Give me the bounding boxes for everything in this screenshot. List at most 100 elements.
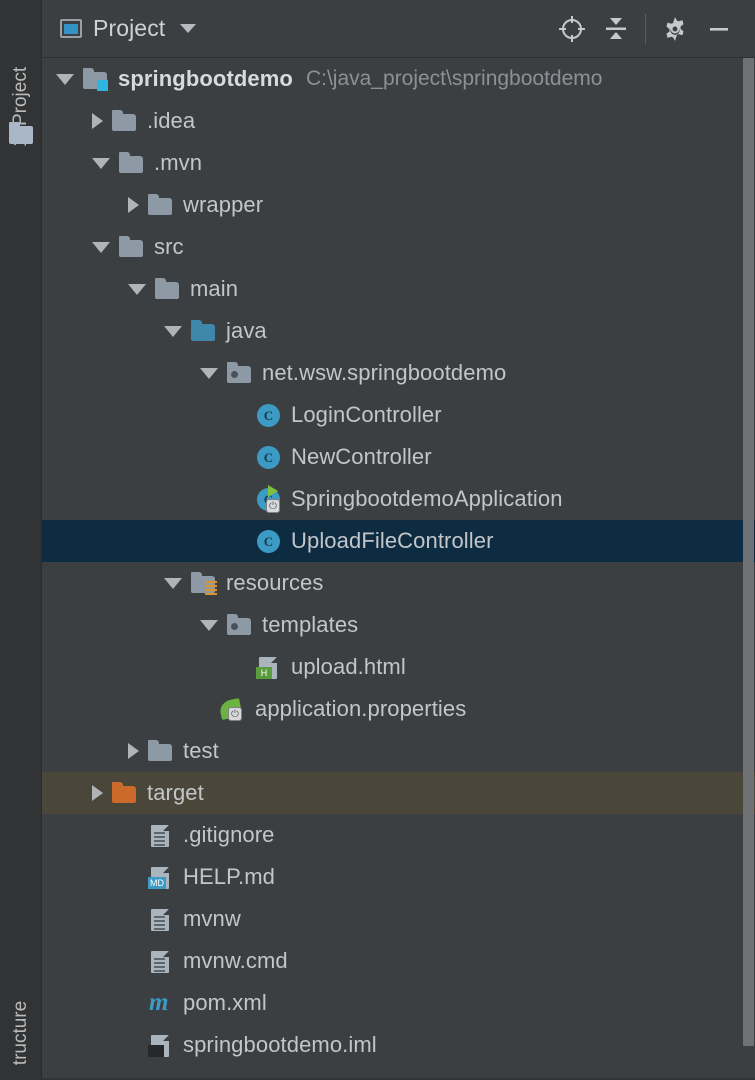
folder-icon xyxy=(118,236,144,258)
chevron-down-icon[interactable] xyxy=(200,367,218,379)
tree-row-label: pom.xml xyxy=(183,990,267,1015)
html-badge: H xyxy=(256,667,272,679)
chevron-down-icon[interactable] xyxy=(164,577,182,589)
tree-row-mvnw.cmd[interactable]: mvnw.cmd xyxy=(42,940,755,982)
run-arrow-badge xyxy=(268,485,278,497)
scroll-from-source-button[interactable] xyxy=(550,9,594,49)
markdown-file-icon: MD xyxy=(147,866,173,889)
project-view-icon xyxy=(60,19,82,38)
folder-icon xyxy=(154,278,180,300)
iml-badge xyxy=(148,1045,164,1057)
tree-row-label: .mvn xyxy=(154,150,203,175)
package-icon xyxy=(226,362,252,384)
text-file-icon xyxy=(147,824,173,847)
crosshair-target-icon xyxy=(559,15,585,42)
package-icon xyxy=(226,614,252,636)
java-class-icon: C xyxy=(255,446,281,469)
panel-header: Project xyxy=(42,0,755,58)
scrollbar-thumb[interactable] xyxy=(743,58,754,1046)
chevron-down-icon[interactable] xyxy=(180,24,197,33)
page-title: Project xyxy=(93,15,166,41)
tree-row-UploadFileController[interactable]: C UploadFileController xyxy=(42,520,755,562)
tree-row-NewController[interactable]: C NewController xyxy=(42,436,755,478)
folder-icon xyxy=(118,152,144,174)
tree-row-gitignore[interactable]: .gitignore xyxy=(42,814,755,856)
java-class-icon: C xyxy=(255,530,281,553)
collapse-all-icon xyxy=(606,17,626,39)
chevron-down-icon[interactable] xyxy=(92,241,110,253)
tree-row-springbootdemo[interactable]: springbootdemo C:\java_project\springboot… xyxy=(42,58,755,100)
iml-file-icon xyxy=(147,1034,173,1057)
minimize-dash-icon xyxy=(710,27,728,31)
html-file-icon: H xyxy=(255,656,281,679)
md-badge: MD xyxy=(148,877,166,889)
tree-row-resources[interactable]: resources xyxy=(42,562,755,604)
java-class-runnable-icon: C⏻ xyxy=(255,485,281,513)
header-toolbar xyxy=(550,9,741,49)
tree-row-wrapper[interactable]: wrapper xyxy=(42,184,755,226)
tool-tab-structure[interactable]: tructure xyxy=(10,1001,32,1065)
left-tool-strip: 1: Project tructure xyxy=(0,0,42,1080)
tree-row-label: src xyxy=(154,234,184,259)
collapse-all-button[interactable] xyxy=(594,9,638,49)
tree-row-mvnw[interactable]: mvnw xyxy=(42,898,755,940)
folder-icon xyxy=(111,110,137,132)
tree-row-label: java xyxy=(226,318,267,343)
folder-icon xyxy=(147,740,173,762)
tree-row-label: mvnw.cmd xyxy=(183,948,288,973)
settings-button[interactable] xyxy=(653,9,697,49)
config-badge: ⏻ xyxy=(266,499,280,513)
chevron-right-icon[interactable] xyxy=(92,113,103,129)
tree-row-label: springbootdemo xyxy=(118,66,293,91)
chevron-down-icon[interactable] xyxy=(128,283,146,295)
chevron-right-icon[interactable] xyxy=(128,743,139,759)
tree-row-test[interactable]: test xyxy=(42,730,755,772)
tree-row-HELP.md[interactable]: MD HELP.md xyxy=(42,856,755,898)
chevron-down-icon[interactable] xyxy=(164,325,182,337)
module-folder-icon xyxy=(82,68,108,91)
tree-row-label: templates xyxy=(262,612,359,637)
tree-row-SpringbootdemoApplication[interactable]: C⏻ SpringbootdemoApplication xyxy=(42,478,755,520)
tree-row-main[interactable]: main xyxy=(42,268,755,310)
excluded-folder-icon xyxy=(111,782,137,804)
tree-row-label: resources xyxy=(226,570,324,595)
project-tree[interactable]: springbootdemo C:\java_project\springboot… xyxy=(42,58,755,1080)
gear-icon xyxy=(666,16,684,41)
tree-row-label: springbootdemo.iml xyxy=(183,1032,377,1057)
tree-row-idea[interactable]: .idea xyxy=(42,100,755,142)
project-tool-window: 1: Project tructure Project springbootde… xyxy=(0,0,755,1080)
tree-row-label: upload.html xyxy=(291,654,406,679)
tree-row-templates[interactable]: templates xyxy=(42,604,755,646)
tree-row-label: main xyxy=(190,276,239,301)
source-root-folder-icon xyxy=(190,320,216,342)
folder-icon xyxy=(147,194,173,216)
tree-row-label: HELP.md xyxy=(183,864,276,889)
tree-row-pom.xml[interactable]: m pom.xml xyxy=(42,982,755,1024)
tree-row-package[interactable]: net.wsw.springbootdemo xyxy=(42,352,755,394)
text-file-icon xyxy=(147,950,173,973)
tree-row-java[interactable]: java xyxy=(42,310,755,352)
tree-row-label: net.wsw.springbootdemo xyxy=(262,360,507,385)
folder-icon[interactable] xyxy=(9,122,33,144)
tree-row-label: target xyxy=(147,780,204,805)
tree-row-LoginController[interactable]: C LoginController xyxy=(42,394,755,436)
chevron-down-icon[interactable] xyxy=(200,619,218,631)
tree-row-springbootdemo.iml[interactable]: springbootdemo.iml xyxy=(42,1024,755,1066)
view-selector[interactable]: Project xyxy=(60,15,197,42)
tree-row-mvn[interactable]: .mvn xyxy=(42,142,755,184)
module-badge xyxy=(97,80,108,91)
tree-row-label: SpringbootdemoApplication xyxy=(291,486,563,511)
tree-row-label: .idea xyxy=(147,108,196,133)
vertical-scrollbar[interactable] xyxy=(742,58,755,1080)
chevron-right-icon[interactable] xyxy=(128,197,139,213)
tree-row-upload.html[interactable]: Hupload.html xyxy=(42,646,755,688)
tree-row-src[interactable]: src xyxy=(42,226,755,268)
chevron-down-icon[interactable] xyxy=(92,157,110,169)
chevron-right-icon[interactable] xyxy=(92,785,103,801)
tree-row-application.properties[interactable]: ⏻ application.properties xyxy=(42,688,755,730)
maven-file-icon: m xyxy=(149,989,169,1016)
tree-row-target[interactable]: target xyxy=(42,772,755,814)
hide-button[interactable] xyxy=(697,9,741,49)
tree-row-label: wrapper xyxy=(183,192,264,217)
chevron-down-icon[interactable] xyxy=(56,73,74,85)
